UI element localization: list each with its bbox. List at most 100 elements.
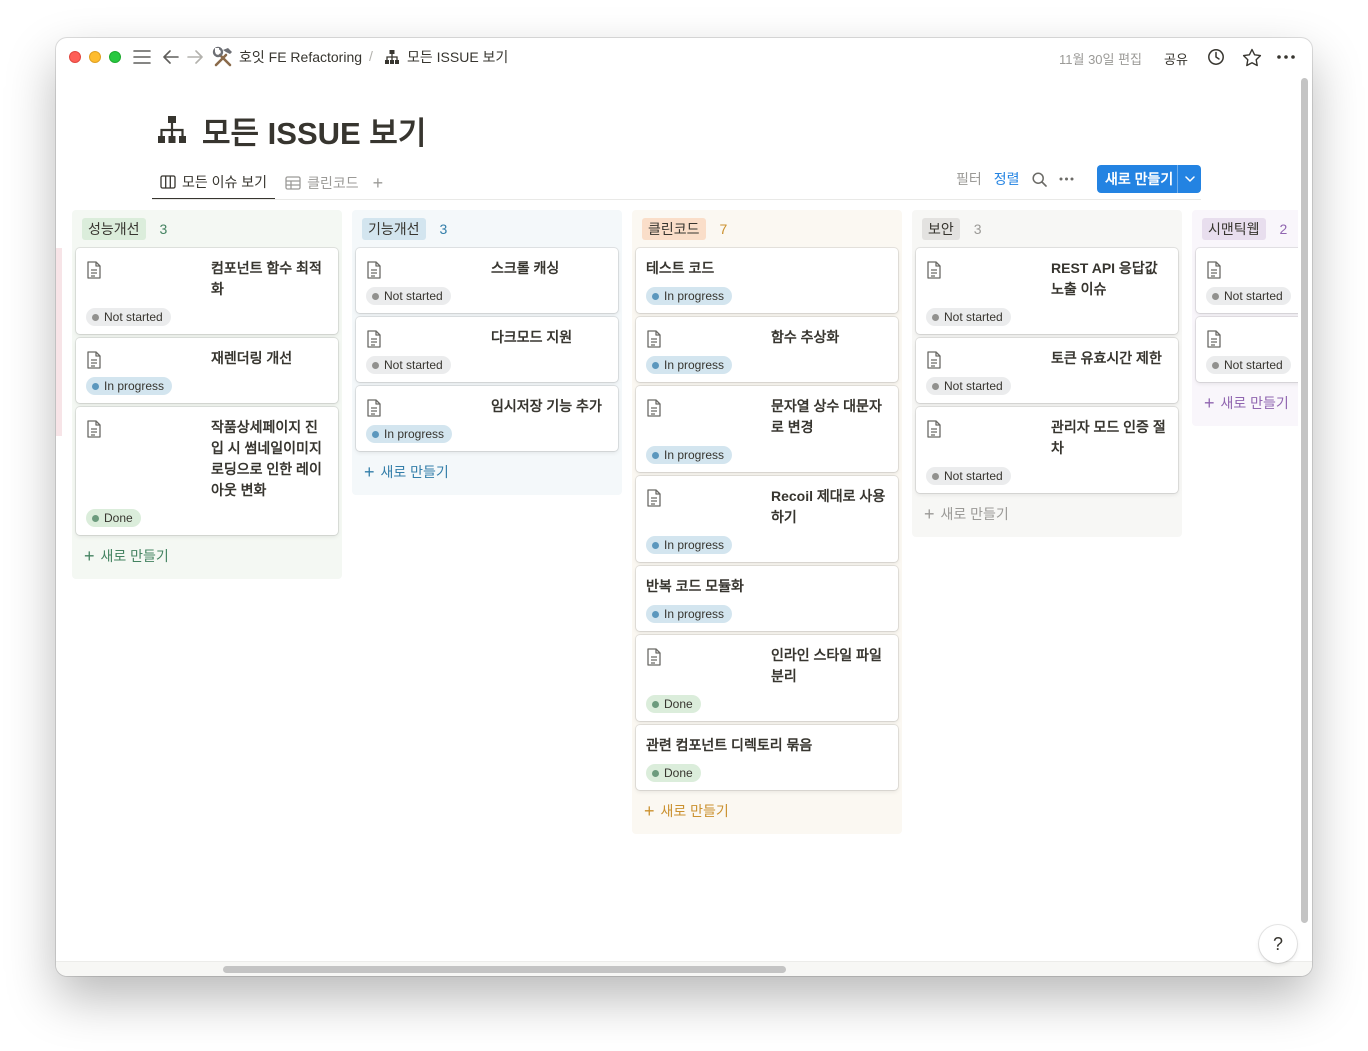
column-tag: 보안 <box>922 218 960 240</box>
column-header[interactable]: 기능개선 3 <box>356 210 618 248</box>
issue-card[interactable]: 문자열 상수 대문자로 변경 In progress <box>636 386 898 472</box>
chevron-down-icon[interactable] <box>1178 176 1201 182</box>
issue-card[interactable]: Recoil 제대로 사용하기 In progress <box>636 476 898 562</box>
tab-table-view[interactable]: 클린코드 <box>277 166 367 200</box>
plus-icon: + <box>1204 392 1215 413</box>
new-item-button[interactable]: 새로 만들기 <box>1097 165 1201 193</box>
star-icon[interactable] <box>1241 46 1263 68</box>
forward-arrow-icon[interactable] <box>184 46 206 68</box>
status-label: In progress <box>664 289 725 303</box>
column-header[interactable]: 보안 3 <box>916 210 1178 248</box>
column-new-label: 새로 만들기 <box>100 548 169 564</box>
kanban-board: 성능개선 3 컴포넌트 함수 최적화 Not started 재렌더링 개선 In pro… <box>56 210 1298 960</box>
column-new-button[interactable]: + 새로 만들기 <box>356 455 618 489</box>
horizontal-scrollbar[interactable] <box>223 966 786 973</box>
add-view-button[interactable]: + <box>367 166 390 200</box>
tab-board-view[interactable]: 모든 이슈 보기 <box>152 166 276 200</box>
last-edited-label: 11월 30일 편집 <box>1059 52 1143 67</box>
search-icon[interactable] <box>1031 171 1047 187</box>
board-column: 보안 3 REST API 응답값 노출 이슈 Not started 토큰 유효시간 … <box>912 210 1182 537</box>
view-more-icon[interactable] <box>1059 177 1074 181</box>
issue-card[interactable]: 이미지 alt 속 Not started <box>1196 317 1298 382</box>
page-icon <box>1206 328 1298 348</box>
more-icon[interactable] <box>1275 46 1297 68</box>
card-title: 재렌더링 개선 <box>86 348 328 369</box>
status-label: Not started <box>944 310 1003 324</box>
card-title-text: 스크롤 캐싱 <box>491 260 560 276</box>
status-dot <box>652 700 659 708</box>
column-new-button[interactable]: + 새로 만들기 <box>636 794 898 828</box>
tabs-divider <box>152 199 1201 200</box>
issue-card[interactable]: 인라인 스타일 파일 분리 Done <box>636 635 898 721</box>
status-label: Not started <box>1224 289 1283 303</box>
status-badge: In progress <box>646 536 733 554</box>
issue-card[interactable]: 스크롤 캐싱 Not started <box>356 248 618 313</box>
page-icon <box>646 646 763 666</box>
column-tag: 기능개선 <box>362 218 426 240</box>
page-icon <box>86 349 203 369</box>
card-title: 함수 추상화 <box>646 327 888 348</box>
status-dot <box>652 451 659 459</box>
card-title: 관련 컴포넌트 디렉토리 묶음 <box>646 735 888 756</box>
status-label: Not started <box>944 379 1003 393</box>
filter-button[interactable]: 필터 <box>956 169 982 189</box>
status-label: Done <box>104 511 133 525</box>
help-button[interactable]: ? <box>1259 925 1297 963</box>
page-icon <box>926 349 1043 369</box>
card-title: 작품상세페이지 진입 시 썸네일이미지 로딩으로 인한 레이아웃 변화 <box>86 417 328 501</box>
issue-card[interactable]: 페이지 별 헤 Not started <box>1196 248 1298 313</box>
column-new-button[interactable]: + 새로 만들기 <box>1196 386 1298 420</box>
share-button[interactable]: 공유 <box>1164 49 1188 68</box>
vertical-scrollbar[interactable] <box>1301 78 1308 923</box>
card-title-text: 함수 추상화 <box>771 329 840 345</box>
issue-card[interactable]: 반복 코드 모듈화 In progress <box>636 566 898 631</box>
sidebar-menu-icon[interactable] <box>131 46 153 68</box>
issue-card[interactable]: 함수 추상화 In progress <box>636 317 898 382</box>
status-dot <box>932 472 939 480</box>
tab-label: 클린코드 <box>307 175 359 191</box>
status-badge: Not started <box>926 308 1011 326</box>
close-window-button[interactable] <box>69 51 81 63</box>
issue-card[interactable]: 관리자 모드 인증 절차 Not started <box>916 407 1178 493</box>
zoom-window-button[interactable] <box>109 51 121 63</box>
breadcrumb-page[interactable]: 모든 ISSUE 보기 <box>384 48 508 66</box>
card-title: 다크모드 지원 <box>366 327 608 348</box>
status-dot <box>932 382 939 390</box>
column-new-label: 새로 만들기 <box>660 803 729 819</box>
card-title-text: 토큰 유효시간 제한 <box>1051 350 1162 366</box>
page-icon <box>366 397 483 417</box>
issue-card[interactable]: 테스트 코드 In progress <box>636 248 898 313</box>
card-title-text: 작품상세페이지 진입 시 썸네일이미지 로딩으로 인한 레이아웃 변화 <box>211 419 322 498</box>
status-dot <box>1212 361 1219 369</box>
column-count: 2 <box>1279 221 1288 237</box>
status-dot <box>92 514 99 522</box>
status-badge: Not started <box>366 356 451 374</box>
issue-card[interactable]: 관련 컴포넌트 디렉토리 묶음 Done <box>636 725 898 790</box>
page-icon <box>926 259 1043 279</box>
app-window: 호잇 FE Refactoring / 모든 ISSUE 보기 11월 30일 … <box>56 38 1312 976</box>
column-header[interactable]: 클린코드 7 <box>636 210 898 248</box>
issue-card[interactable]: 컴포넌트 함수 최적화 Not started <box>76 248 338 334</box>
breadcrumb-workspace[interactable]: 호잇 FE Refactoring <box>212 46 362 67</box>
issue-card[interactable]: 다크모드 지원 Not started <box>356 317 618 382</box>
breadcrumb-separator: / <box>369 48 373 64</box>
column-header[interactable]: 시맨틱웹 2 <box>1196 210 1298 248</box>
issue-card[interactable]: 토큰 유효시간 제한 Not started <box>916 338 1178 403</box>
issue-card[interactable]: 임시저장 기능 추가 In progress <box>356 386 618 451</box>
card-title-text: 다크모드 지원 <box>491 329 573 345</box>
column-new-button[interactable]: + 새로 만들기 <box>76 539 338 573</box>
column-header[interactable]: 성능개선 3 <box>76 210 338 248</box>
issue-card[interactable]: 작품상세페이지 진입 시 썸네일이미지 로딩으로 인한 레이아웃 변화 Done <box>76 407 338 535</box>
status-label: In progress <box>664 607 725 621</box>
issue-card[interactable]: 재렌더링 개선 In progress <box>76 338 338 403</box>
history-icon[interactable] <box>1205 46 1227 68</box>
minimize-window-button[interactable] <box>89 51 101 63</box>
column-new-button[interactable]: + 새로 만들기 <box>916 497 1178 531</box>
card-title: 문자열 상수 대문자로 변경 <box>646 396 888 438</box>
plus-icon: + <box>644 800 655 821</box>
back-arrow-icon[interactable] <box>160 46 182 68</box>
card-title-text: 문자열 상수 대문자로 변경 <box>771 398 882 435</box>
issue-card[interactable]: REST API 응답값 노출 이슈 Not started <box>916 248 1178 334</box>
sort-button[interactable]: 정렬 <box>994 169 1020 189</box>
card-title: 관리자 모드 인증 절차 <box>926 417 1168 459</box>
